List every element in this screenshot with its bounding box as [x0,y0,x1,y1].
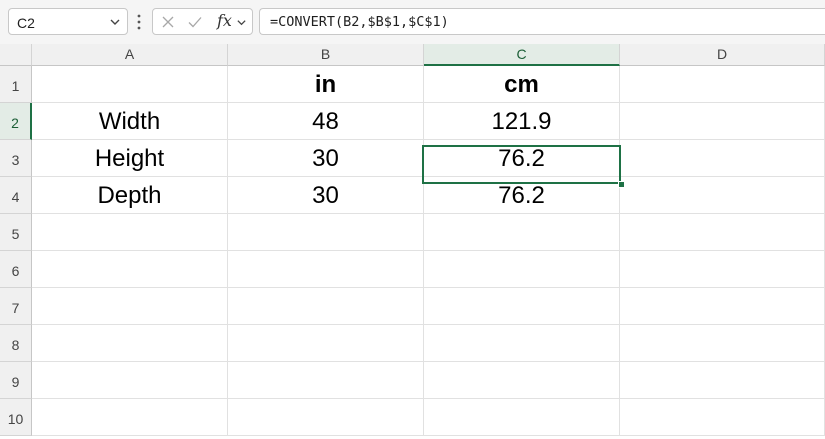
row-header-6[interactable]: 6 [0,251,32,288]
row-header-9[interactable]: 9 [0,362,32,399]
cell-a4[interactable]: Depth [32,177,228,214]
cell-a1[interactable] [32,66,228,103]
cell-b3[interactable]: 30 [228,140,424,177]
cell-d9[interactable] [620,362,825,399]
cell-d1[interactable] [620,66,825,103]
cell-a3[interactable]: Height [32,140,228,177]
cell-c6[interactable] [424,251,620,288]
cell-d7[interactable] [620,288,825,325]
row-header-3[interactable]: 3 [0,140,32,177]
enter-check-icon[interactable] [187,14,203,30]
row-header-10[interactable]: 10 [0,399,32,436]
cell-a5[interactable] [32,214,228,251]
select-all-corner[interactable] [0,44,32,66]
cell-c9[interactable] [424,362,620,399]
cancel-x-icon[interactable] [160,14,176,30]
cell-d5[interactable] [620,214,825,251]
column-header-a[interactable]: A [32,44,228,66]
column-header-c[interactable]: C [424,44,620,66]
cell-c5[interactable] [424,214,620,251]
formula-bar: C2 fx =CONVERT(B2,$B$1,$C$1) [0,0,825,44]
cell-b5[interactable] [228,214,424,251]
column-header-b[interactable]: B [228,44,424,66]
cell-c10[interactable] [424,399,620,436]
chevron-down-icon[interactable] [236,17,247,28]
column-header-d[interactable]: D [620,44,825,66]
cell-d3[interactable] [620,140,825,177]
cell-b4[interactable]: 30 [228,177,424,214]
cell-d8[interactable] [620,325,825,362]
more-options-icon[interactable] [136,13,142,31]
insert-function-icon[interactable]: fx [217,11,232,30]
row-header-7[interactable]: 7 [0,288,32,325]
row-header-5[interactable]: 5 [0,214,32,251]
cell-c1[interactable]: cm [424,66,620,103]
cell-d10[interactable] [620,399,825,436]
fill-handle[interactable] [618,181,625,188]
cell-b10[interactable] [228,399,424,436]
cell-b8[interactable] [228,325,424,362]
name-box-value: C2 [17,15,35,31]
formula-input[interactable]: =CONVERT(B2,$B$1,$C$1) [259,8,825,35]
spreadsheet-grid: ABCD 1 2 3 4 5 6 7 8 9 10 in cm Width 48 121.9 Height 3… [0,44,825,436]
row-header-4[interactable]: 4 [0,177,32,214]
cell-c7[interactable] [424,288,620,325]
row-header-1[interactable]: 1 [0,66,32,103]
cell-c4[interactable]: 76.2 [424,177,620,214]
cell-d6[interactable] [620,251,825,288]
cell-a2[interactable]: Width [32,103,228,140]
cell-d2[interactable] [620,103,825,140]
cell-a8[interactable] [32,325,228,362]
cell-c8[interactable] [424,325,620,362]
cell-a7[interactable] [32,288,228,325]
cell-b1[interactable]: in [228,66,424,103]
row-header-8[interactable]: 8 [0,325,32,362]
cell-a6[interactable] [32,251,228,288]
cell-b9[interactable] [228,362,424,399]
row-header-2[interactable]: 2 [0,103,32,140]
cell-b2[interactable]: 48 [228,103,424,140]
cell-c3[interactable]: 76.2 [424,140,620,177]
cell-b7[interactable] [228,288,424,325]
cell-d4[interactable] [620,177,825,214]
cell-b6[interactable] [228,251,424,288]
cell-a9[interactable] [32,362,228,399]
cell-c2[interactable]: 121.9 [424,103,620,140]
formula-actions: fx [152,8,253,35]
name-box[interactable]: C2 [8,8,128,35]
chevron-down-icon[interactable] [109,16,121,28]
cell-a10[interactable] [32,399,228,436]
formula-text: =CONVERT(B2,$B$1,$C$1) [270,14,449,30]
